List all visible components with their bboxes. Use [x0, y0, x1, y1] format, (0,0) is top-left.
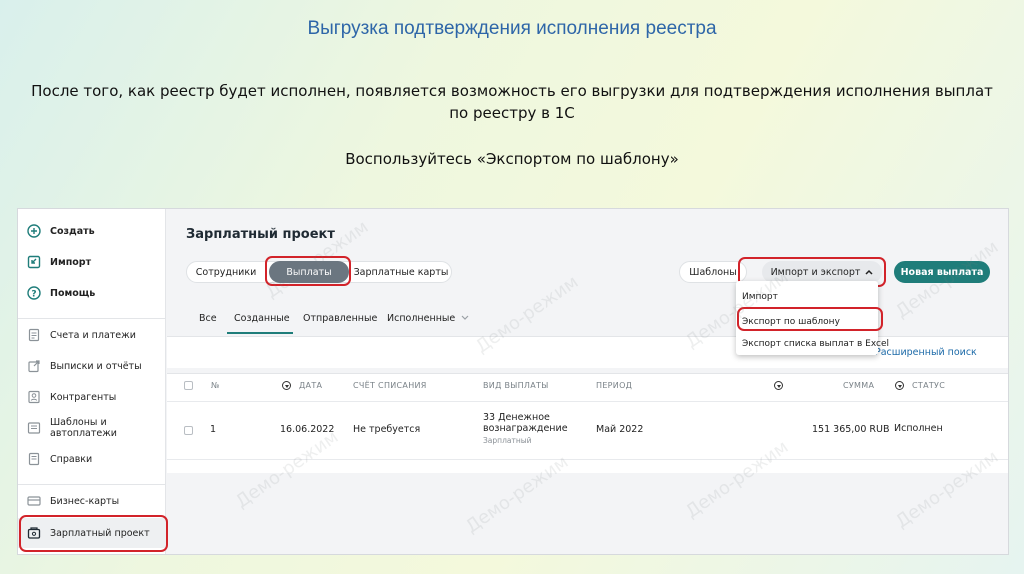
advanced-search-link[interactable]: Расширенный поиск [875, 347, 977, 358]
tab-created[interactable]: Созданные [234, 313, 290, 324]
sidebar-item-label: Бизнес-карты [50, 495, 120, 507]
chevron-down-icon [461, 313, 469, 324]
new-payment-button[interactable]: Новая выплата [894, 261, 990, 283]
col-header-type: ВИД ВЫПЛАТЫ [483, 381, 549, 390]
sidebar-item-statements[interactable]: Выписки и отчёты [18, 351, 166, 381]
app-screenshot: Создать Импорт ? Помощь Счета и платежи [17, 208, 1009, 555]
row-sum: 151 365,00 RUB [812, 424, 890, 435]
menu-item-import[interactable]: Импорт [742, 292, 778, 302]
row-checkbox[interactable] [184, 426, 193, 435]
sidebar: Создать Импорт ? Помощь Счета и платежи [18, 209, 166, 554]
sidebar-item-certificates[interactable]: Справки [18, 444, 166, 474]
page-title: Зарплатный проект [186, 227, 335, 242]
sort-date-icon[interactable] [282, 381, 291, 390]
contacts-icon [27, 390, 41, 404]
highlight-export-template [737, 307, 883, 331]
sort-status-icon[interactable] [895, 381, 904, 390]
menu-item-export-excel[interactable]: Экспорт списка выплат в Excel [742, 339, 889, 349]
sidebar-item-contractors[interactable]: Контрагенты [18, 382, 166, 412]
col-header-status: СТАТУС [912, 381, 946, 390]
sidebar-item-label: Справки [50, 453, 93, 465]
svg-text:?: ? [31, 290, 36, 300]
sidebar-divider [18, 484, 166, 485]
sidebar-item-label: Выписки и отчёты [50, 360, 142, 372]
help-icon: ? [27, 286, 41, 300]
col-header-account: СЧЁТ СПИСАНИЯ [353, 381, 427, 390]
row-account: Не требуется [353, 424, 421, 435]
sidebar-item-help[interactable]: ? Помощь [18, 278, 166, 308]
tab-sent[interactable]: Отправленные [303, 313, 377, 324]
row-type-line2: вознаграждение [483, 423, 568, 434]
highlight-payments [265, 256, 351, 286]
select-all-checkbox[interactable] [184, 381, 193, 390]
document-icon [27, 328, 41, 342]
slide-title: Выгрузка подтверждения исполнения реестр… [307, 18, 717, 39]
sidebar-item-label: Контрагенты [50, 391, 117, 403]
card-icon [27, 494, 41, 508]
sidebar-item-label: Импорт [50, 256, 92, 268]
tab-executed-label: Исполненные [387, 313, 456, 324]
slide-description: После того, как реестр будет исполнен, п… [31, 82, 993, 122]
tab-salary-cards[interactable]: Зарплатные карты [353, 261, 449, 283]
highlight-salary-project [19, 515, 168, 552]
row-period: Май 2022 [596, 424, 644, 435]
sidebar-item-label: Создать [50, 225, 95, 237]
plus-circle-icon [27, 224, 41, 238]
sidebar-divider [18, 318, 166, 319]
table-row-divider [167, 459, 1008, 460]
sort-sum-icon[interactable] [774, 381, 783, 390]
templates-icon [27, 421, 41, 435]
sidebar-item-business-cards[interactable]: Бизнес-карты [18, 486, 166, 516]
row-number: 1 [210, 424, 217, 435]
sidebar-item-accounts[interactable]: Счета и платежи [18, 320, 166, 350]
payments-table [167, 373, 1008, 473]
row-status: Исполнен [894, 423, 943, 434]
main-content: Зарплатный проект Сотрудники Выплаты Зар… [167, 209, 1008, 554]
row-type-line1: 33 Денежное [483, 412, 550, 423]
tab-active-underline [227, 332, 293, 334]
external-doc-icon [27, 359, 41, 373]
table-header-divider [167, 401, 1008, 402]
templates-button[interactable]: Шаблоны [679, 261, 747, 283]
import-icon [27, 255, 41, 269]
col-header-sum: СУММА [843, 381, 875, 390]
slide-hint: Воспользуйтесь «Экспортом по шаблону» [345, 150, 679, 168]
col-header-date: ДАТА [299, 381, 323, 390]
sidebar-item-label: Помощь [50, 287, 96, 299]
tab-executed[interactable]: Исполненные [387, 313, 469, 324]
tab-employees[interactable]: Сотрудники [189, 261, 263, 283]
row-date: 16.06.2022 [280, 424, 335, 435]
sidebar-item-templates[interactable]: Шаблоны и автоплатежи [18, 413, 166, 443]
sidebar-item-label: Шаблоны и автоплатежи [50, 417, 117, 439]
sidebar-item-import[interactable]: Импорт [18, 247, 166, 277]
sidebar-item-create[interactable]: Создать [18, 216, 166, 246]
certificate-icon [27, 452, 41, 466]
tab-all[interactable]: Все [199, 313, 217, 324]
sidebar-item-label: Счета и платежи [50, 329, 136, 341]
col-header-number: № [211, 381, 220, 390]
col-header-period: ПЕРИОД [596, 381, 633, 390]
row-type-sub: Зарплатный [483, 436, 532, 445]
row-type: 33 Денежное вознаграждение Зарплатный [483, 412, 568, 446]
